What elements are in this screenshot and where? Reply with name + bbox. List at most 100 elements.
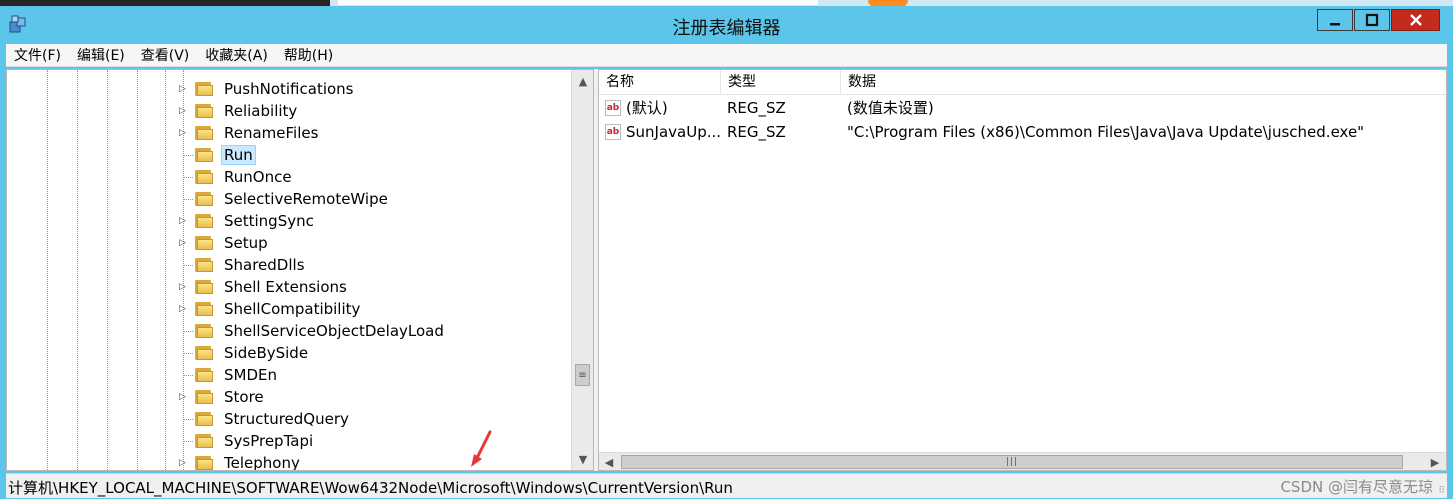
- folder-icon: [195, 323, 213, 338]
- folder-icon: [195, 433, 213, 448]
- tree-item-label: SettingSync: [224, 212, 314, 230]
- value-type: REG_SZ: [727, 123, 786, 141]
- tree-item-label: Reliability: [224, 102, 298, 120]
- string-value-icon: ab: [605, 124, 621, 140]
- tree-item-label: Shell Extensions: [224, 278, 347, 296]
- chevron-down-icon: ▼: [578, 452, 588, 466]
- tree-item[interactable]: ▷ Setup: [7, 232, 567, 254]
- maximize-button[interactable]: [1354, 9, 1390, 31]
- tree-item[interactable]: ▷ SettingSync: [7, 210, 567, 232]
- folder-icon: [195, 301, 213, 316]
- tree-item-label: StructuredQuery: [224, 410, 349, 428]
- title-bar[interactable]: 注册表编辑器: [0, 6, 1453, 42]
- menu-edit[interactable]: 编辑(E): [69, 45, 133, 65]
- folder-icon: [195, 257, 213, 272]
- tree-item[interactable]: ▷ Reliability: [7, 100, 567, 122]
- menu-bar: 文件(F) 编辑(E) 查看(V) 收藏夹(A) 帮助(H): [6, 44, 1447, 67]
- folder-icon: [195, 103, 213, 118]
- folder-icon: [195, 169, 213, 184]
- background-segment: [338, 0, 818, 5]
- value-type: REG_SZ: [727, 99, 786, 117]
- expand-arrow-icon[interactable]: ▷: [179, 458, 186, 468]
- grip-icon: |||: [1005, 457, 1019, 467]
- close-button[interactable]: [1391, 9, 1440, 31]
- tree-item-label: ShellServiceObjectDelayLoad: [224, 322, 444, 340]
- scroll-thumb[interactable]: |||: [621, 455, 1403, 469]
- tree-item[interactable]: Run: [7, 144, 567, 166]
- menu-help[interactable]: 帮助(H): [276, 45, 341, 65]
- expand-arrow-icon[interactable]: ▷: [179, 282, 186, 292]
- tree-item-label: RunOnce: [224, 168, 292, 186]
- tree-item[interactable]: ▷ RenameFiles: [7, 122, 567, 144]
- folder-icon: [195, 279, 213, 294]
- folder-icon: [195, 345, 213, 360]
- registry-editor-window: 注册表编辑器 文件(F) 编辑(E) 查看(V) 收藏夹(A) 帮助(H) ▷ P…: [0, 6, 1453, 499]
- tree-item[interactable]: SMDEn: [7, 364, 567, 386]
- tree-item-label: Run: [221, 145, 256, 165]
- tree-connector: [183, 375, 193, 376]
- tree-connector: [183, 353, 193, 354]
- tree-item-label: SysPrepTapi: [224, 432, 314, 450]
- tree-item[interactable]: ShellServiceObjectDelayLoad: [7, 320, 567, 342]
- expand-arrow-icon[interactable]: ▷: [179, 84, 186, 94]
- list-row[interactable]: ab SunJavaUp... REG_SZ "C:\Program Files…: [599, 120, 1446, 144]
- expand-arrow-icon[interactable]: ▷: [179, 238, 186, 248]
- folder-icon: [195, 81, 213, 96]
- tree-item[interactable]: ▷ Shell Extensions: [7, 276, 567, 298]
- tree-item-label: PushNotifications: [224, 80, 354, 98]
- list-horizontal-scrollbar[interactable]: ◀ ||| ▶: [599, 452, 1446, 470]
- chevron-left-icon: ◀: [604, 455, 614, 469]
- resize-grip-icon[interactable]: ⠿: [1438, 486, 1445, 496]
- menu-file[interactable]: 文件(F): [6, 45, 69, 65]
- list-header: 名称 类型 数据: [599, 70, 1446, 95]
- tree-item[interactable]: SelectiveRemoteWipe: [7, 188, 567, 210]
- scroll-left-button[interactable]: ◀: [599, 453, 619, 470]
- tree-item[interactable]: RunOnce: [7, 166, 567, 188]
- folder-icon: [195, 235, 213, 250]
- menu-favorites[interactable]: 收藏夹(A): [197, 45, 276, 65]
- tree-item[interactable]: SideBySide: [7, 342, 567, 364]
- column-header-name[interactable]: 名称: [599, 70, 721, 94]
- scroll-up-button[interactable]: ▲: [572, 70, 593, 92]
- chevron-up-icon: ▲: [578, 74, 588, 88]
- watermark: CSDN @闫有尽意无琼: [1280, 478, 1433, 496]
- tree-item-label: SharedDlls: [224, 256, 305, 274]
- expand-arrow-icon[interactable]: ▷: [179, 304, 186, 314]
- minimize-button[interactable]: [1317, 9, 1353, 31]
- expand-arrow-icon[interactable]: ▷: [179, 216, 186, 226]
- tree-connector: [183, 331, 193, 332]
- tree-item[interactable]: SharedDlls: [7, 254, 567, 276]
- scroll-down-button[interactable]: ▼: [572, 448, 593, 470]
- maximize-icon: [1365, 13, 1379, 27]
- tree-item[interactable]: StructuredQuery: [7, 408, 567, 430]
- tree-item-label: Setup: [224, 234, 268, 252]
- key-tree[interactable]: ▷ PushNotifications ▷ Reliability ▷ RenameFil…: [6, 69, 594, 471]
- tree-item[interactable]: ▷ ShellCompatibility: [7, 298, 567, 320]
- expand-arrow-icon[interactable]: ▷: [179, 106, 186, 116]
- tree-item[interactable]: ▷ Store: [7, 386, 567, 408]
- menu-view[interactable]: 查看(V): [133, 45, 198, 65]
- close-icon: [1409, 14, 1422, 26]
- tree-item[interactable]: ▷ PushNotifications: [7, 78, 567, 100]
- tree-connector: [183, 441, 193, 442]
- string-value-icon: ab: [605, 100, 621, 116]
- tree-vertical-scrollbar[interactable]: ▲ ≡ ▼: [571, 70, 593, 470]
- tree-item-label: SMDEn: [224, 366, 277, 384]
- column-header-type[interactable]: 类型: [721, 70, 841, 94]
- scroll-right-button[interactable]: ▶: [1425, 453, 1445, 470]
- value-name: (默认): [626, 99, 668, 117]
- value-list[interactable]: 名称 类型 数据 ab (默认) REG_SZ (数值未设置) ab SunJa…: [598, 69, 1447, 471]
- key-path: 计算机\HKEY_LOCAL_MACHINE\SOFTWARE\Wow6432N…: [8, 479, 733, 497]
- tree-item-label: ShellCompatibility: [224, 300, 361, 318]
- value-data: "C:\Program Files (x86)\Common Files\Jav…: [847, 123, 1365, 141]
- list-row[interactable]: ab (默认) REG_SZ (数值未设置): [599, 96, 1446, 120]
- expand-arrow-icon[interactable]: ▷: [179, 128, 186, 138]
- folder-icon: [195, 213, 213, 228]
- minimize-icon: [1330, 23, 1340, 26]
- expand-arrow-icon[interactable]: ▷: [179, 392, 186, 402]
- window-title: 注册表编辑器: [672, 18, 781, 39]
- column-header-data[interactable]: 数据: [841, 70, 1446, 94]
- scroll-thumb[interactable]: ≡: [575, 364, 590, 386]
- annotation-arrow-icon: [471, 430, 492, 467]
- tree-connector: [183, 199, 193, 200]
